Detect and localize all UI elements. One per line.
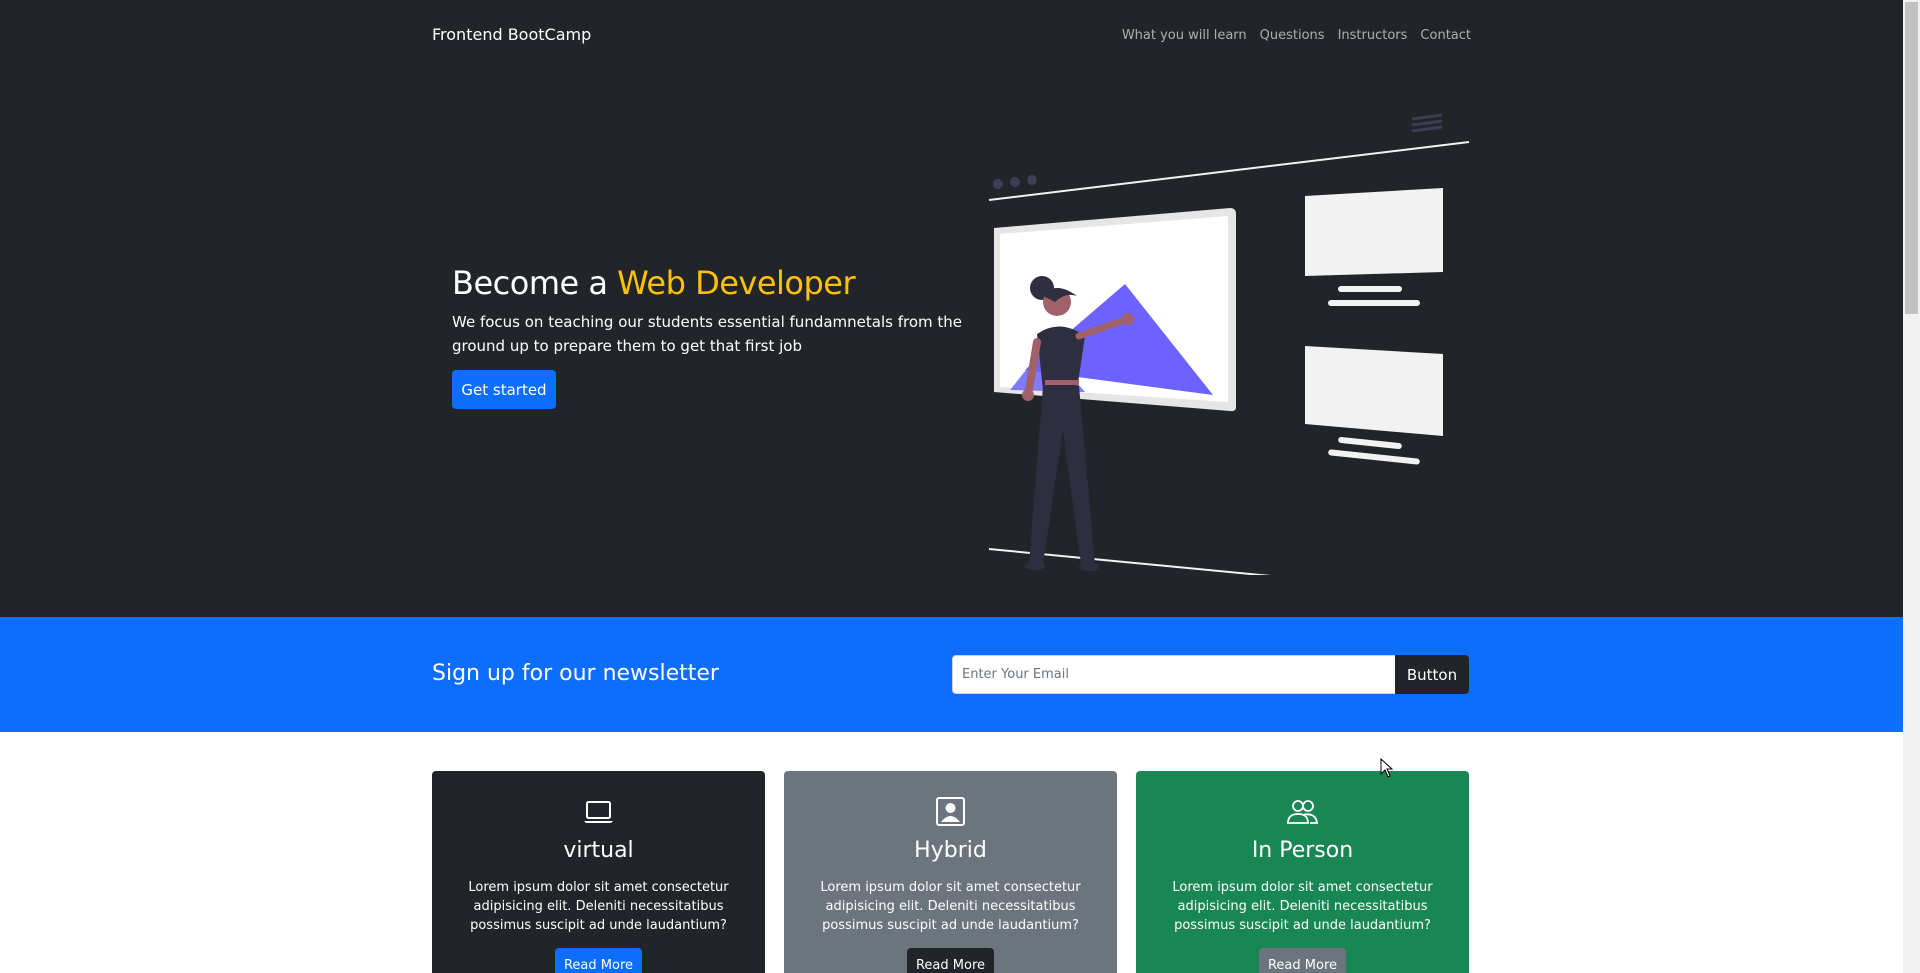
read-more-button[interactable]: Read More [555,948,642,973]
brand-link[interactable]: Frontend BootCamp [432,25,591,44]
menu-lines-icon [1411,113,1443,133]
read-more-button[interactable]: Read More [1259,948,1346,973]
email-input[interactable] [952,655,1396,694]
scrollbar-thumb[interactable] [1905,2,1918,314]
page: Frontend BootCamp What you will learn Qu… [0,0,1903,973]
newsletter-section: Sign up for our newsletter Button [0,617,1903,732]
mouse-cursor-icon [1380,758,1394,778]
card-hybrid: Hybrid Lorem ipsum dolor sit amet consec… [784,771,1117,973]
card-text: Lorem ipsum dolor sit amet consectetur a… [1172,880,1433,933]
nav-link-questions[interactable]: Questions [1260,28,1325,43]
navbar: Frontend BootCamp What you will learn Qu… [0,0,1903,70]
hero-section: Become a Web Developer We focus on teach… [0,70,1903,617]
scrollbar[interactable] [1903,0,1920,973]
person-badge-icon [936,797,965,826]
card-in-person: In Person Lorem ipsum dolor sit amet con… [1136,771,1469,973]
get-started-button[interactable]: Get started [452,370,556,409]
read-more-button[interactable]: Read More [907,948,994,973]
card-title: virtual [563,838,634,863]
hero-title-prefix: Become a [452,264,618,302]
boxes-section: virtual Lorem ipsum dolor sit amet conse… [432,771,1469,973]
card-virtual: virtual Lorem ipsum dolor sit amet conse… [432,771,765,973]
hero-description: We focus on teaching our students essent… [452,313,962,355]
newsletter-title: Sign up for our newsletter [432,661,719,686]
newsletter-submit-button[interactable]: Button [1395,655,1469,694]
card-text: Lorem ipsum dolor sit amet consectetur a… [468,880,729,933]
hero-title-accent: Web Developer [617,264,856,302]
nav-link-what-you-will-learn[interactable]: What you will learn [1122,28,1247,43]
hero-title: Become a Web Developer [452,264,856,302]
laptop-icon [584,801,613,823]
hero-illustration [988,113,1470,575]
nav-link-instructors[interactable]: Instructors [1338,28,1408,43]
nav-link-contact[interactable]: Contact [1420,28,1471,43]
card-title: Hybrid [914,838,987,863]
card-title: In Person [1251,838,1354,863]
people-icon [1287,800,1318,824]
card-text: Lorem ipsum dolor sit amet consectetur a… [820,880,1081,933]
nav-links: What you will learn Questions Instructor… [1122,28,1471,43]
